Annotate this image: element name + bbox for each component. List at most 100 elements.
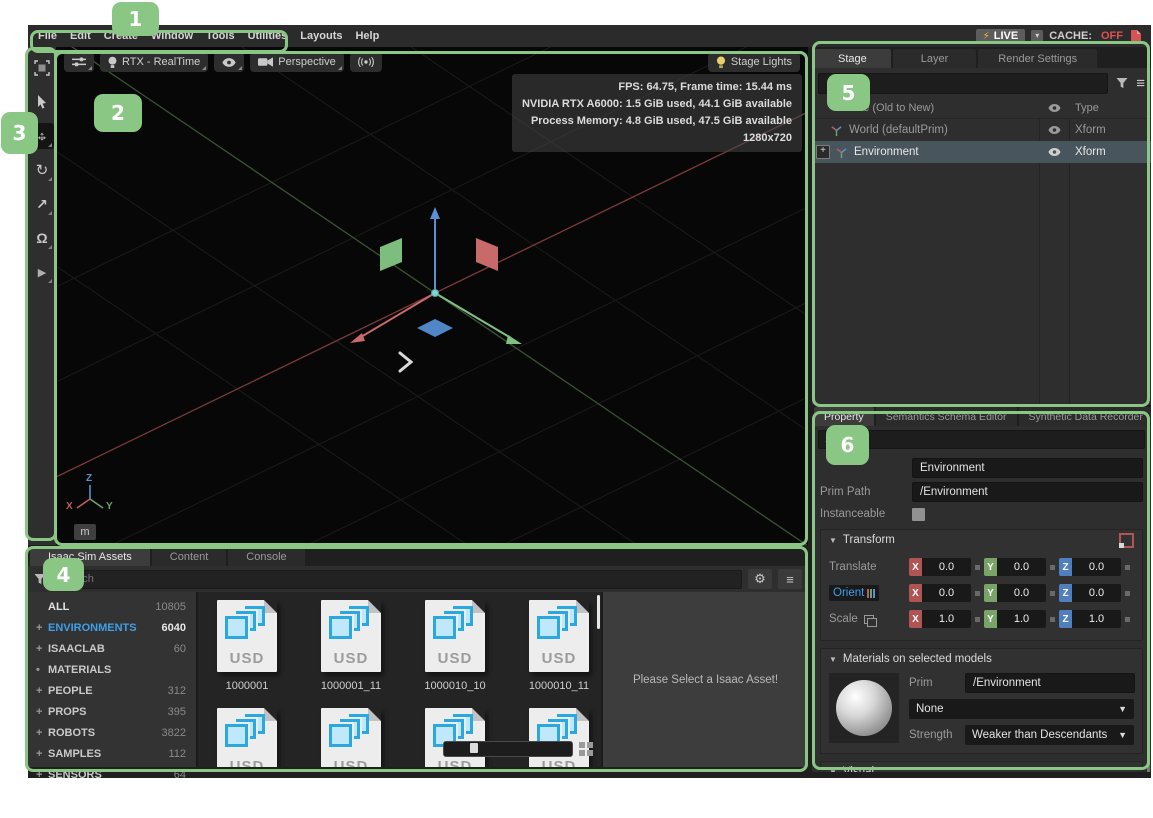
unit-meters-chip[interactable]: m: [74, 524, 96, 540]
menu-create[interactable]: Create: [104, 30, 138, 42]
tab-property[interactable]: Property: [814, 407, 874, 426]
asset-item[interactable]: USD 1000010_10: [416, 600, 494, 692]
asset-item[interactable]: USD 1000001_11: [312, 600, 390, 692]
category-isaaclab[interactable]: + ISAACLAB 60: [28, 638, 196, 659]
menu-layouts[interactable]: Layouts: [300, 30, 342, 42]
visibility-eye-icon[interactable]: [1039, 126, 1069, 134]
transform-section-header[interactable]: ▼ Transform: [821, 530, 1142, 550]
menu-utilities[interactable]: Utilities: [248, 30, 288, 42]
slider-handle[interactable]: [470, 743, 478, 753]
translate-y-field[interactable]: [997, 558, 1046, 576]
audio-preview-button[interactable]: [350, 52, 382, 72]
materials-section-header[interactable]: ▼ Materials on selected models: [821, 649, 1142, 669]
gizmo-center[interactable]: [432, 290, 439, 297]
prim-path-field[interactable]: [912, 482, 1143, 502]
menu-window[interactable]: Window: [151, 30, 193, 42]
stage-options-icon[interactable]: ≡: [1136, 75, 1145, 92]
axis-orientation-gizmo[interactable]: Z X Y: [66, 475, 114, 519]
category-robots[interactable]: + ROBOTS 3822: [28, 722, 196, 743]
renderer-selector-button[interactable]: RTX - RealTime: [100, 52, 208, 72]
camera-selector-button[interactable]: Perspective: [250, 52, 343, 72]
menu-help[interactable]: Help: [355, 30, 379, 42]
scale-icon: ↗: [36, 196, 48, 213]
viewport-options-button[interactable]: [64, 52, 94, 72]
tab-stage[interactable]: Stage: [814, 49, 891, 68]
asset-item[interactable]: USD 1000001: [208, 600, 286, 692]
orient-x-field[interactable]: [922, 584, 971, 602]
prim-name-field[interactable]: [912, 458, 1143, 478]
orient-y-field[interactable]: [997, 584, 1046, 602]
visibility-button[interactable]: [214, 52, 244, 72]
rotate-icon: ↻: [36, 161, 49, 179]
asset-grid-scrollbar[interactable]: [597, 595, 600, 629]
asset-item[interactable]: USD: [312, 708, 390, 767]
visual-section-header[interactable]: ▼ Visual: [821, 762, 1142, 772]
gizmo-plane-yz[interactable]: [380, 238, 402, 271]
visibility-eye-icon[interactable]: [1039, 148, 1069, 156]
asset-item[interactable]: USD: [208, 708, 286, 767]
category-people[interactable]: + PEOPLE 312: [28, 680, 196, 701]
asset-item[interactable]: USD 1000010_11: [520, 600, 598, 692]
live-dropdown-caret[interactable]: ▾: [1031, 30, 1043, 42]
viewport-3d[interactable]: RTX - RealTime Perspective: [56, 47, 808, 545]
thumbnail-size-slider[interactable]: [443, 741, 573, 757]
frame-selection-button[interactable]: [30, 55, 54, 81]
property-scrollbar[interactable]: [1147, 478, 1150, 772]
menu-edit[interactable]: Edit: [70, 30, 91, 42]
snap-tool-button[interactable]: Ω: [30, 225, 54, 251]
assets-search-input[interactable]: [52, 570, 742, 589]
translate-row: Translate X Y Z: [829, 556, 1134, 578]
tab-console[interactable]: Console: [228, 547, 304, 566]
stage-search-input[interactable]: [818, 73, 1108, 94]
menu-file[interactable]: File: [38, 30, 57, 42]
menu-tools[interactable]: Tools: [206, 30, 235, 42]
cache-document-icon[interactable]: [1131, 30, 1141, 43]
property-search-input[interactable]: [818, 430, 1145, 449]
orient-z-field[interactable]: [1072, 584, 1121, 602]
gizmo-plane-xz[interactable]: [476, 238, 498, 271]
tab-layer[interactable]: Layer: [893, 49, 977, 68]
tab-synthetic-data-recorder[interactable]: Synthetic Data Recorder: [1019, 407, 1152, 426]
filter-funnel-icon[interactable]: [34, 574, 46, 585]
tab-content[interactable]: Content: [152, 547, 227, 566]
column-visibility[interactable]: [1039, 104, 1069, 112]
grid-view-icon[interactable]: [579, 742, 593, 756]
translate-gizmo[interactable]: [350, 207, 522, 344]
instanceable-checkbox[interactable]: [912, 508, 925, 521]
gizmo-plane-xy[interactable]: [417, 319, 453, 337]
translate-x-field[interactable]: [922, 558, 971, 576]
stage-lights-button[interactable]: Stage Lights: [708, 52, 800, 72]
material-prim-field[interactable]: [965, 673, 1135, 693]
stage-row-environment[interactable]: + Environment Xform: [812, 141, 1151, 163]
expand-icon[interactable]: +: [816, 145, 830, 159]
material-dropdown[interactable]: None ▼: [909, 699, 1134, 719]
stage-filter-funnel-icon[interactable]: [1116, 78, 1128, 89]
asset-item[interactable]: USD: [416, 708, 494, 767]
move-tool-button[interactable]: ↔↕: [30, 123, 54, 149]
category-materials[interactable]: • MATERIALS: [28, 659, 196, 680]
column-type[interactable]: Type: [1069, 102, 1151, 114]
scale-tool-button[interactable]: ↗: [30, 191, 54, 217]
select-tool-button[interactable]: [30, 89, 54, 115]
stage-row-world[interactable]: World (defaultPrim) Xform: [812, 119, 1151, 141]
category-props[interactable]: + PROPS 395: [28, 701, 196, 722]
tab-render-settings[interactable]: Render Settings: [978, 49, 1097, 68]
live-button[interactable]: ⚡ LIVE: [976, 29, 1025, 43]
rotate-tool-button[interactable]: ↻: [30, 157, 54, 183]
scale-x-field[interactable]: [922, 610, 971, 628]
tab-semantics-schema-editor[interactable]: Semantics Schema Editor: [876, 407, 1017, 426]
category-samples[interactable]: + SAMPLES 112: [28, 743, 196, 764]
translate-z-field[interactable]: [1072, 558, 1121, 576]
play-button[interactable]: ▶: [30, 259, 54, 285]
tab-isaac-sim-assets[interactable]: Isaac Sim Assets: [30, 547, 150, 566]
category-all[interactable]: ALL 10805: [28, 596, 196, 617]
scale-y-field[interactable]: [997, 610, 1046, 628]
assets-settings-button[interactable]: ⚙: [748, 569, 772, 589]
column-name[interactable]: Name (Old to New): [812, 102, 1039, 114]
asset-item[interactable]: USD: [520, 708, 598, 767]
scale-z-field[interactable]: [1072, 610, 1121, 628]
assets-list-view-button[interactable]: ≡: [778, 569, 802, 589]
strength-dropdown[interactable]: Weaker than Descendants ▼: [965, 725, 1134, 745]
transform-frame-icon[interactable]: [1119, 533, 1134, 548]
category-environments[interactable]: + ENVIRONMENTS 6040: [28, 617, 196, 638]
